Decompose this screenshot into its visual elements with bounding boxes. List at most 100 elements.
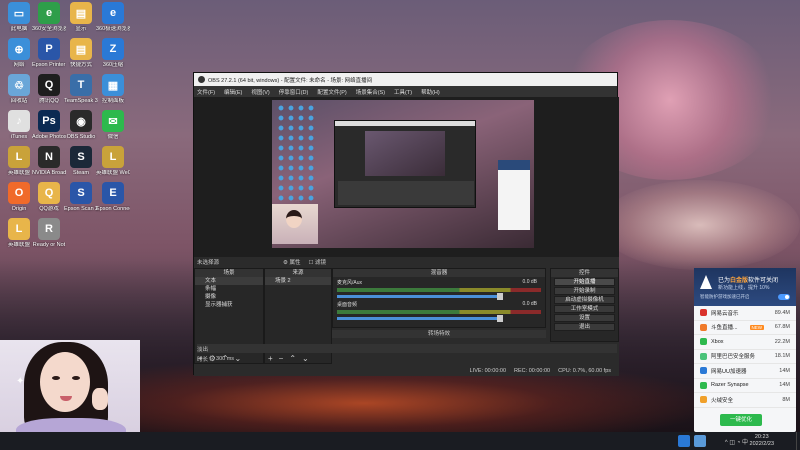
obs-titlebar[interactable]: OBS 27.2.1 (64 bit, windows) - 配置文件: 未命名… <box>194 73 617 86</box>
desktop-icon[interactable]: O Origin <box>2 182 36 213</box>
desktop-icon[interactable]: ◉ OBS Studio <box>64 110 98 141</box>
app-icon <box>700 352 707 360</box>
menu-scene-collection[interactable]: 场景集合(S) <box>356 88 385 96</box>
preview-desktop-icons <box>276 103 316 208</box>
app-name: 网易UU加速器 <box>711 368 747 375</box>
mixer-channel-db: 0.0 dB <box>522 301 537 307</box>
wallpaper-clouds <box>600 180 800 270</box>
desktop-icon[interactable]: R Ready or Not <box>32 218 66 249</box>
app-row[interactable]: 阿里巴巴安全服务 18.1M <box>694 350 796 364</box>
obs-docks-area: 未选择源 ⚙ 属性 ☐ 滤镜 场景 文本 条幅 摄像 显示器捕获 + ⚙ ⌃ ⌄… <box>194 257 619 376</box>
desktop-icon[interactable]: S Steam <box>64 146 98 177</box>
desktop-icon[interactable]: ▭ 此电脑 <box>2 2 36 33</box>
app-memory: 22.2M <box>774 338 790 345</box>
exit-button[interactable]: 退出 <box>554 323 615 331</box>
desktop-app-icon: ♲ <box>8 74 30 96</box>
scene-item[interactable]: 文本 <box>195 277 263 285</box>
source-item[interactable]: 场景 2 <box>265 277 331 285</box>
app-row[interactable]: 斗鱼直播... NEW 67.8M <box>694 321 796 335</box>
system-tray[interactable]: ^ ◫ ◔ 中 <box>725 437 748 446</box>
preview-nested-obs-window <box>334 120 476 208</box>
desktop-icon-label: 此电脑 <box>10 26 28 32</box>
start-streaming-button[interactable]: 开始直播 <box>554 278 615 286</box>
app-memory: 14M <box>779 382 790 389</box>
desktop-app-icon: Ps <box>38 110 60 132</box>
app-icon <box>700 309 707 317</box>
menu-tools[interactable]: 工具(T) <box>394 88 412 96</box>
filters-button[interactable]: ☐ 滤镜 <box>308 258 325 266</box>
desktop-icon[interactable]: ✉ 微信 <box>96 110 130 141</box>
app-name: Razer Synapse <box>711 382 749 389</box>
desktop-icon-label: 英雄联盟 WeGame版 <box>96 170 130 176</box>
desktop-icon[interactable]: ▤ 显示 <box>64 2 98 33</box>
desktop-icon[interactable]: ♪ iTunes <box>2 110 36 141</box>
desktop-icon[interactable]: e 360极速浏览器X <box>96 2 130 33</box>
menu-file[interactable]: 文件(F) <box>197 88 215 96</box>
desktop-icon[interactable]: E Epson Connect Sc... <box>96 182 130 213</box>
optimize-button[interactable]: 一键优化 <box>720 414 762 426</box>
duration-input[interactable]: 300 ms <box>216 356 234 362</box>
desktop-app-icon: ▦ <box>102 74 124 96</box>
properties-button[interactable]: ⚙ 属性 <box>283 258 300 266</box>
start-recording-button[interactable]: 开始录制 <box>554 287 615 295</box>
scene-item[interactable]: 条幅 <box>195 285 263 293</box>
desktop-icon[interactable]: L 英雄联盟 WeGame版 <box>96 146 130 177</box>
desktop-icon[interactable]: N NVIDIA Broadcast <box>32 146 66 177</box>
desktop-icon[interactable]: Ps Adobe Photosh... <box>32 110 66 141</box>
clock[interactable]: 20:23 2022/2/23 <box>750 434 774 448</box>
protection-toggle[interactable] <box>778 294 790 300</box>
volume-slider[interactable] <box>337 315 504 322</box>
desktop-icon-label: 英雄联盟 <box>7 242 30 248</box>
volume-slider[interactable] <box>337 293 504 300</box>
scenes-title: 场景 <box>195 269 263 277</box>
app-name: 网易云音乐 <box>711 310 739 317</box>
menu-view[interactable]: 视图(V) <box>251 88 269 96</box>
desktop-icon[interactable]: S Epson Scan 2 <box>64 182 98 213</box>
scene-item[interactable]: 显示器捕获 <box>195 301 263 309</box>
show-desktop-button[interactable] <box>796 432 800 450</box>
tray-app-icon[interactable] <box>694 435 706 447</box>
settings-button[interactable]: 设置 <box>554 314 615 322</box>
tray-app-icon[interactable] <box>678 435 690 447</box>
desktop-icon-label: 腾讯QQ <box>39 98 59 104</box>
menu-profile[interactable]: 配置文件(P) <box>317 88 346 96</box>
desktop-app-icon: e <box>102 2 124 24</box>
obs-preview[interactable] <box>194 97 619 257</box>
app-row[interactable]: 网易UU加速器 14M <box>694 364 796 379</box>
desktop-icon[interactable]: P Epson Printer C... <box>32 38 66 69</box>
desktop-icon[interactable]: L 英雄联盟 <box>2 218 36 249</box>
desktop-icon[interactable]: T TeamSpeak 3 <box>64 74 98 105</box>
desktop-app-icon: O <box>8 182 30 204</box>
desktop-icon[interactable]: e 360安全浏览器 <box>32 2 66 33</box>
desktop-icon[interactable]: ⊕ 网络 <box>2 38 36 69</box>
controls-dock: 控件 开始直播 开始录制 启动虚拟摄像机 工作室模式 设置 退出 <box>550 268 619 342</box>
desktop-icon[interactable]: ♲ 回收站 <box>2 74 36 105</box>
desktop-icon-label: 360极速浏览器X <box>96 26 130 32</box>
app-name: 阿里巴巴安全服务 <box>711 354 756 361</box>
desktop-icon-label: 英雄联盟 <box>7 170 30 176</box>
app-row[interactable]: 火绒安全 8M <box>694 393 796 408</box>
desktop-app-icon: Q <box>38 74 60 96</box>
app-memory: 8M <box>782 396 790 403</box>
transition-type-select[interactable]: 淡出 <box>197 344 617 353</box>
desktop-icon[interactable]: Z 360压缩 <box>96 38 130 69</box>
menu-edit[interactable]: 编辑(E) <box>224 88 242 96</box>
desktop-icon[interactable]: ▤ 快捷方式 <box>64 38 98 69</box>
scene-item[interactable]: 摄像 <box>195 293 263 301</box>
desktop-icon-label: 网络 <box>13 62 25 68</box>
desktop-app-icon: L <box>102 146 124 168</box>
desktop-icon[interactable]: ▦ 控制面板 <box>96 74 130 105</box>
sparkle-icon: ✦ <box>16 376 25 387</box>
no-source-label: 未选择源 <box>197 259 220 266</box>
desktop-icon[interactable]: L 英雄联盟 <box>2 146 36 177</box>
desktop-icon[interactable]: Q 腾讯QQ <box>32 74 66 105</box>
desktop-icon-label: 显示 <box>75 26 87 32</box>
menu-help[interactable]: 帮助(H) <box>421 88 440 96</box>
app-row[interactable]: Xbox 22.2M <box>694 335 796 350</box>
app-row[interactable]: 网易云音乐 89.4M <box>694 306 796 321</box>
desktop-icon[interactable]: Q QQ游戏 <box>32 182 66 213</box>
menu-docks[interactable]: 停靠窗口(D) <box>279 88 309 96</box>
studio-mode-button[interactable]: 工作室模式 <box>554 305 615 313</box>
start-virtual-camera-button[interactable]: 启动虚拟摄像机 <box>554 296 615 304</box>
app-row[interactable]: Razer Synapse 14M <box>694 379 796 393</box>
